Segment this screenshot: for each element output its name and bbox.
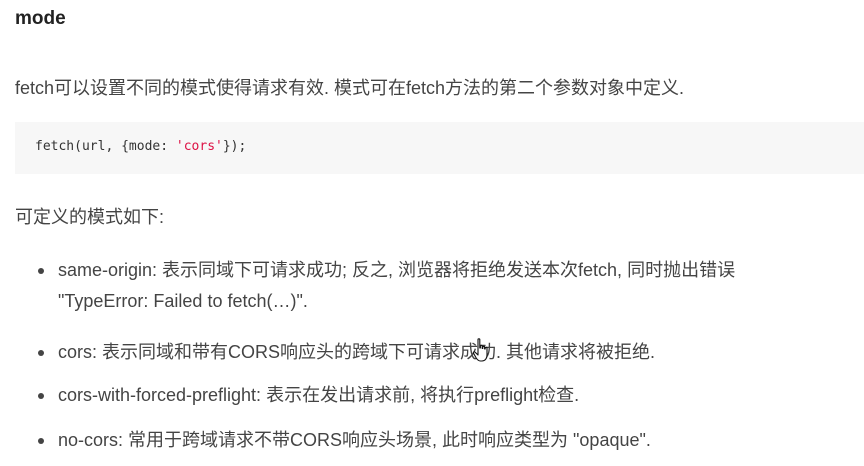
- list-item-text: cors-with-forced-preflight: 表示在发出请求前, 将执…: [58, 385, 580, 405]
- list-item-cors-with-forced-preflight: cors-with-forced-preflight: 表示在发出请求前, 将执…: [38, 380, 858, 411]
- list-item-text: same-origin: 表示同域下可请求成功; 反之, 浏览器将拒绝发送本次f…: [58, 260, 736, 280]
- modes-label: 可定义的模式如下:: [15, 207, 165, 227]
- code-block: fetch(url, {mode: 'cors'});: [15, 122, 864, 174]
- code-text-end: });: [222, 139, 247, 154]
- list-item-cors: cors: 表示同域和带有CORS响应头的跨域下可请求成功. 其他请求将被拒绝.: [38, 337, 858, 368]
- bullet-dot-icon: [38, 438, 44, 444]
- list-item-same-origin: same-origin: 表示同域下可请求成功; 反之, 浏览器将拒绝发送本次f…: [38, 255, 858, 317]
- bullet-dot-icon: [38, 268, 44, 274]
- intro-paragraph: fetch可以设置不同的模式使得请求有效. 模式可在fetch方法的第二个参数对…: [15, 78, 685, 98]
- hand-pointer-icon: [472, 338, 488, 362]
- code-string: 'cors': [175, 139, 223, 154]
- section-heading: mode: [15, 8, 66, 29]
- bullet-dot-icon: [38, 393, 44, 399]
- list-item-text-continued: "TypeError: Failed to fetch(…)".: [58, 291, 308, 311]
- bullet-dot-icon: [38, 350, 44, 356]
- list-item-no-cors: no-cors: 常用于跨域请求不带CORS响应头场景, 此时响应类型为 "op…: [38, 425, 858, 456]
- list-item-text: cors: 表示同域和带有CORS响应头的跨域下可请求成功. 其他请求将被拒绝.: [58, 342, 656, 362]
- list-item-text: no-cors: 常用于跨域请求不带CORS响应头场景, 此时响应类型为 "op…: [58, 430, 651, 450]
- code-text: fetch(url, {mode:: [35, 139, 176, 154]
